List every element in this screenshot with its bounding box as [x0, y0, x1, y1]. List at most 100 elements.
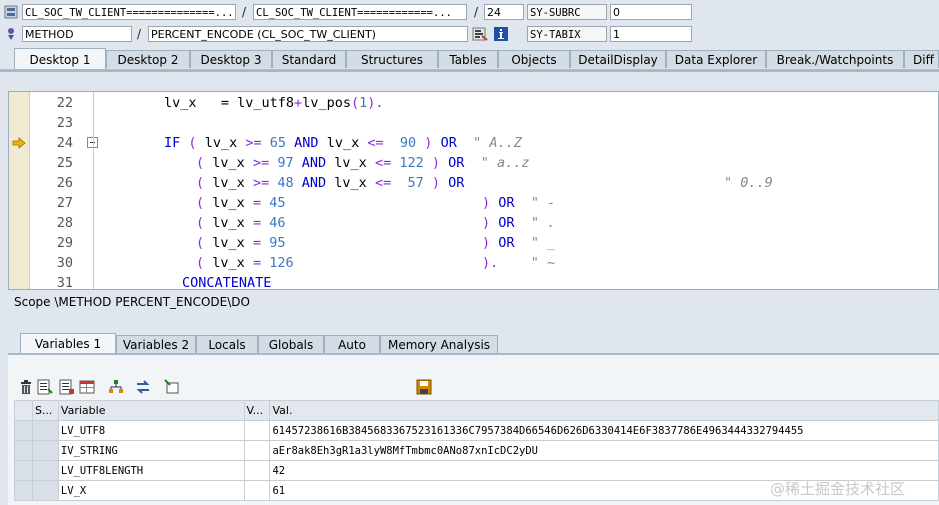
code-token: =	[252, 195, 262, 211]
breakpoint-arrow-icon	[12, 137, 26, 149]
table-row[interactable]: LV_UTF8 61457238616B3845683367523161336C…	[14, 420, 939, 441]
cell-value[interactable]: 61457238616B3845683367523161336C7957384D…	[269, 420, 939, 441]
code-line-30-tail: ). " ~	[482, 255, 555, 271]
table-row[interactable]: IV_STRING aEr8ak8Eh3gR1a3lyW8MfTmbmc0ANo…	[14, 440, 939, 461]
row-selector[interactable]	[14, 420, 33, 441]
source-editor[interactable]: 22 23 24 25 26 27 28 29 30 31 lv_x = lv_…	[8, 91, 939, 290]
code-line-29-tail: ) OR " _	[482, 235, 555, 251]
code-comment: " A..Z	[473, 135, 522, 151]
tab-standard[interactable]: Standard	[272, 50, 346, 68]
code-token: 122	[399, 155, 424, 171]
code-token: 97	[277, 155, 294, 171]
code-line-29: ( lv_x = 95	[196, 235, 285, 251]
code-line-22: lv_x = lv_utf8+lv_pos(1).	[164, 95, 384, 111]
new-icon[interactable]	[164, 379, 180, 395]
code-token: +	[294, 95, 303, 111]
code-token: OR	[448, 155, 465, 171]
detail-icon[interactable]	[37, 379, 53, 395]
tab-globals[interactable]: Globals	[258, 335, 324, 353]
code-token: 46	[269, 215, 286, 231]
code-token: OR	[440, 135, 457, 151]
row-selector[interactable]	[14, 460, 33, 481]
sysvar-value-1[interactable]: 0	[610, 4, 692, 20]
code-token: OR	[498, 235, 515, 251]
cell-variable[interactable]: LV_UTF8	[57, 420, 245, 441]
include-name-field[interactable]: CL_SOC_TW_CLIENT============...	[253, 4, 467, 20]
code-comment: " a..z	[480, 155, 530, 171]
cell-variable[interactable]: IV_STRING	[57, 440, 245, 461]
line-number-field[interactable]: 24	[484, 4, 524, 20]
code-token: )	[424, 135, 433, 151]
tab-desktop-1[interactable]: Desktop 1	[14, 48, 106, 70]
code-token: <=	[367, 135, 384, 151]
code-token: >=	[252, 155, 270, 171]
tab-detail-display[interactable]: DetailDisplay	[570, 50, 666, 68]
info-icon[interactable]	[493, 26, 509, 42]
save-icon[interactable]	[416, 379, 432, 395]
row-selector-header[interactable]	[14, 400, 33, 421]
cell-value[interactable]: aEr8ak8Eh3gR1a3lyW8MfTmbmc0ANo87xnIcDC2y…	[269, 440, 939, 461]
cell-s	[31, 480, 59, 501]
tab-desktop-3[interactable]: Desktop 3	[190, 50, 272, 68]
delete-icon[interactable]	[18, 379, 34, 395]
code-comment-26: " 0..9	[724, 175, 773, 191]
col-header-s[interactable]: S...	[31, 400, 59, 421]
code-token: <=	[374, 175, 392, 191]
transfer-icon[interactable]	[135, 379, 151, 395]
tab-data-explorer[interactable]: Data Explorer	[666, 50, 766, 68]
line-number: 31	[56, 275, 73, 290]
tab-desktop-2[interactable]: Desktop 2	[106, 50, 190, 68]
line-number: 23	[56, 115, 73, 131]
line-number: 30	[56, 255, 73, 271]
sysvar-value-2[interactable]: 1	[610, 26, 692, 42]
code-token: AND	[301, 155, 327, 171]
code-comment: " ~	[530, 255, 556, 271]
code-token: OR	[498, 195, 515, 211]
tab-variables-2[interactable]: Variables 2	[116, 335, 196, 353]
tab-variables-1[interactable]: Variables 1	[20, 333, 116, 354]
tab-memory-analysis[interactable]: Memory Analysis	[380, 335, 498, 353]
tab-structures[interactable]: Structures	[346, 50, 438, 68]
row-selector[interactable]	[14, 440, 33, 461]
block-type-field[interactable]: METHOD	[22, 26, 132, 42]
code-token: )	[431, 175, 441, 191]
method-name-field[interactable]: PERCENT_ENCODE (CL_SOC_TW_CLIENT)	[148, 26, 468, 42]
code-token: OR	[448, 175, 465, 191]
tab-breakpoints[interactable]: Break./Watchpoints	[766, 50, 904, 68]
col-header-value[interactable]: Val.	[269, 400, 939, 421]
code-token: 45	[269, 195, 286, 211]
code-token: ).	[482, 255, 499, 271]
breakpoint-gutter[interactable]	[9, 92, 30, 289]
col-header-v[interactable]: V...	[243, 400, 271, 421]
navigate-icon[interactable]	[472, 26, 488, 42]
watermark: @稀土掘金技术社区	[770, 480, 906, 498]
tab-tables[interactable]: Tables	[438, 50, 498, 68]
list-icon[interactable]	[59, 379, 75, 395]
cell-v	[243, 460, 271, 481]
code-token: AND	[301, 175, 327, 191]
cell-s	[31, 440, 59, 461]
table-icon[interactable]	[79, 379, 95, 395]
tab-auto[interactable]: Auto	[324, 335, 380, 353]
tab-diff[interactable]: Diff	[904, 50, 939, 68]
code-token: lv_pos	[302, 95, 351, 111]
code-token: (	[196, 175, 205, 191]
path-separator: /	[242, 5, 247, 19]
code-token: >=	[252, 175, 270, 191]
tab-locals[interactable]: Locals	[196, 335, 258, 353]
code-line-31: CONCATENATE	[182, 275, 272, 290]
line-number: 24	[56, 135, 73, 151]
code-token: lv_x	[212, 175, 245, 191]
code-token: (	[196, 235, 205, 251]
row-selector[interactable]	[14, 480, 33, 501]
cell-variable[interactable]: LV_UTF8LENGTH	[57, 460, 245, 481]
code-token: lv_x	[212, 195, 245, 211]
tab-objects[interactable]: Objects	[498, 50, 570, 68]
tree-icon[interactable]	[108, 379, 124, 395]
class-name-field[interactable]: CL_SOC_TW_CLIENT==============...	[22, 4, 236, 20]
code-token: 95	[269, 235, 286, 251]
cell-variable[interactable]: LV_X	[57, 480, 245, 501]
col-header-variable[interactable]: Variable	[57, 400, 245, 421]
code-token: <=	[374, 155, 392, 171]
code-token: lv_x	[212, 155, 245, 171]
